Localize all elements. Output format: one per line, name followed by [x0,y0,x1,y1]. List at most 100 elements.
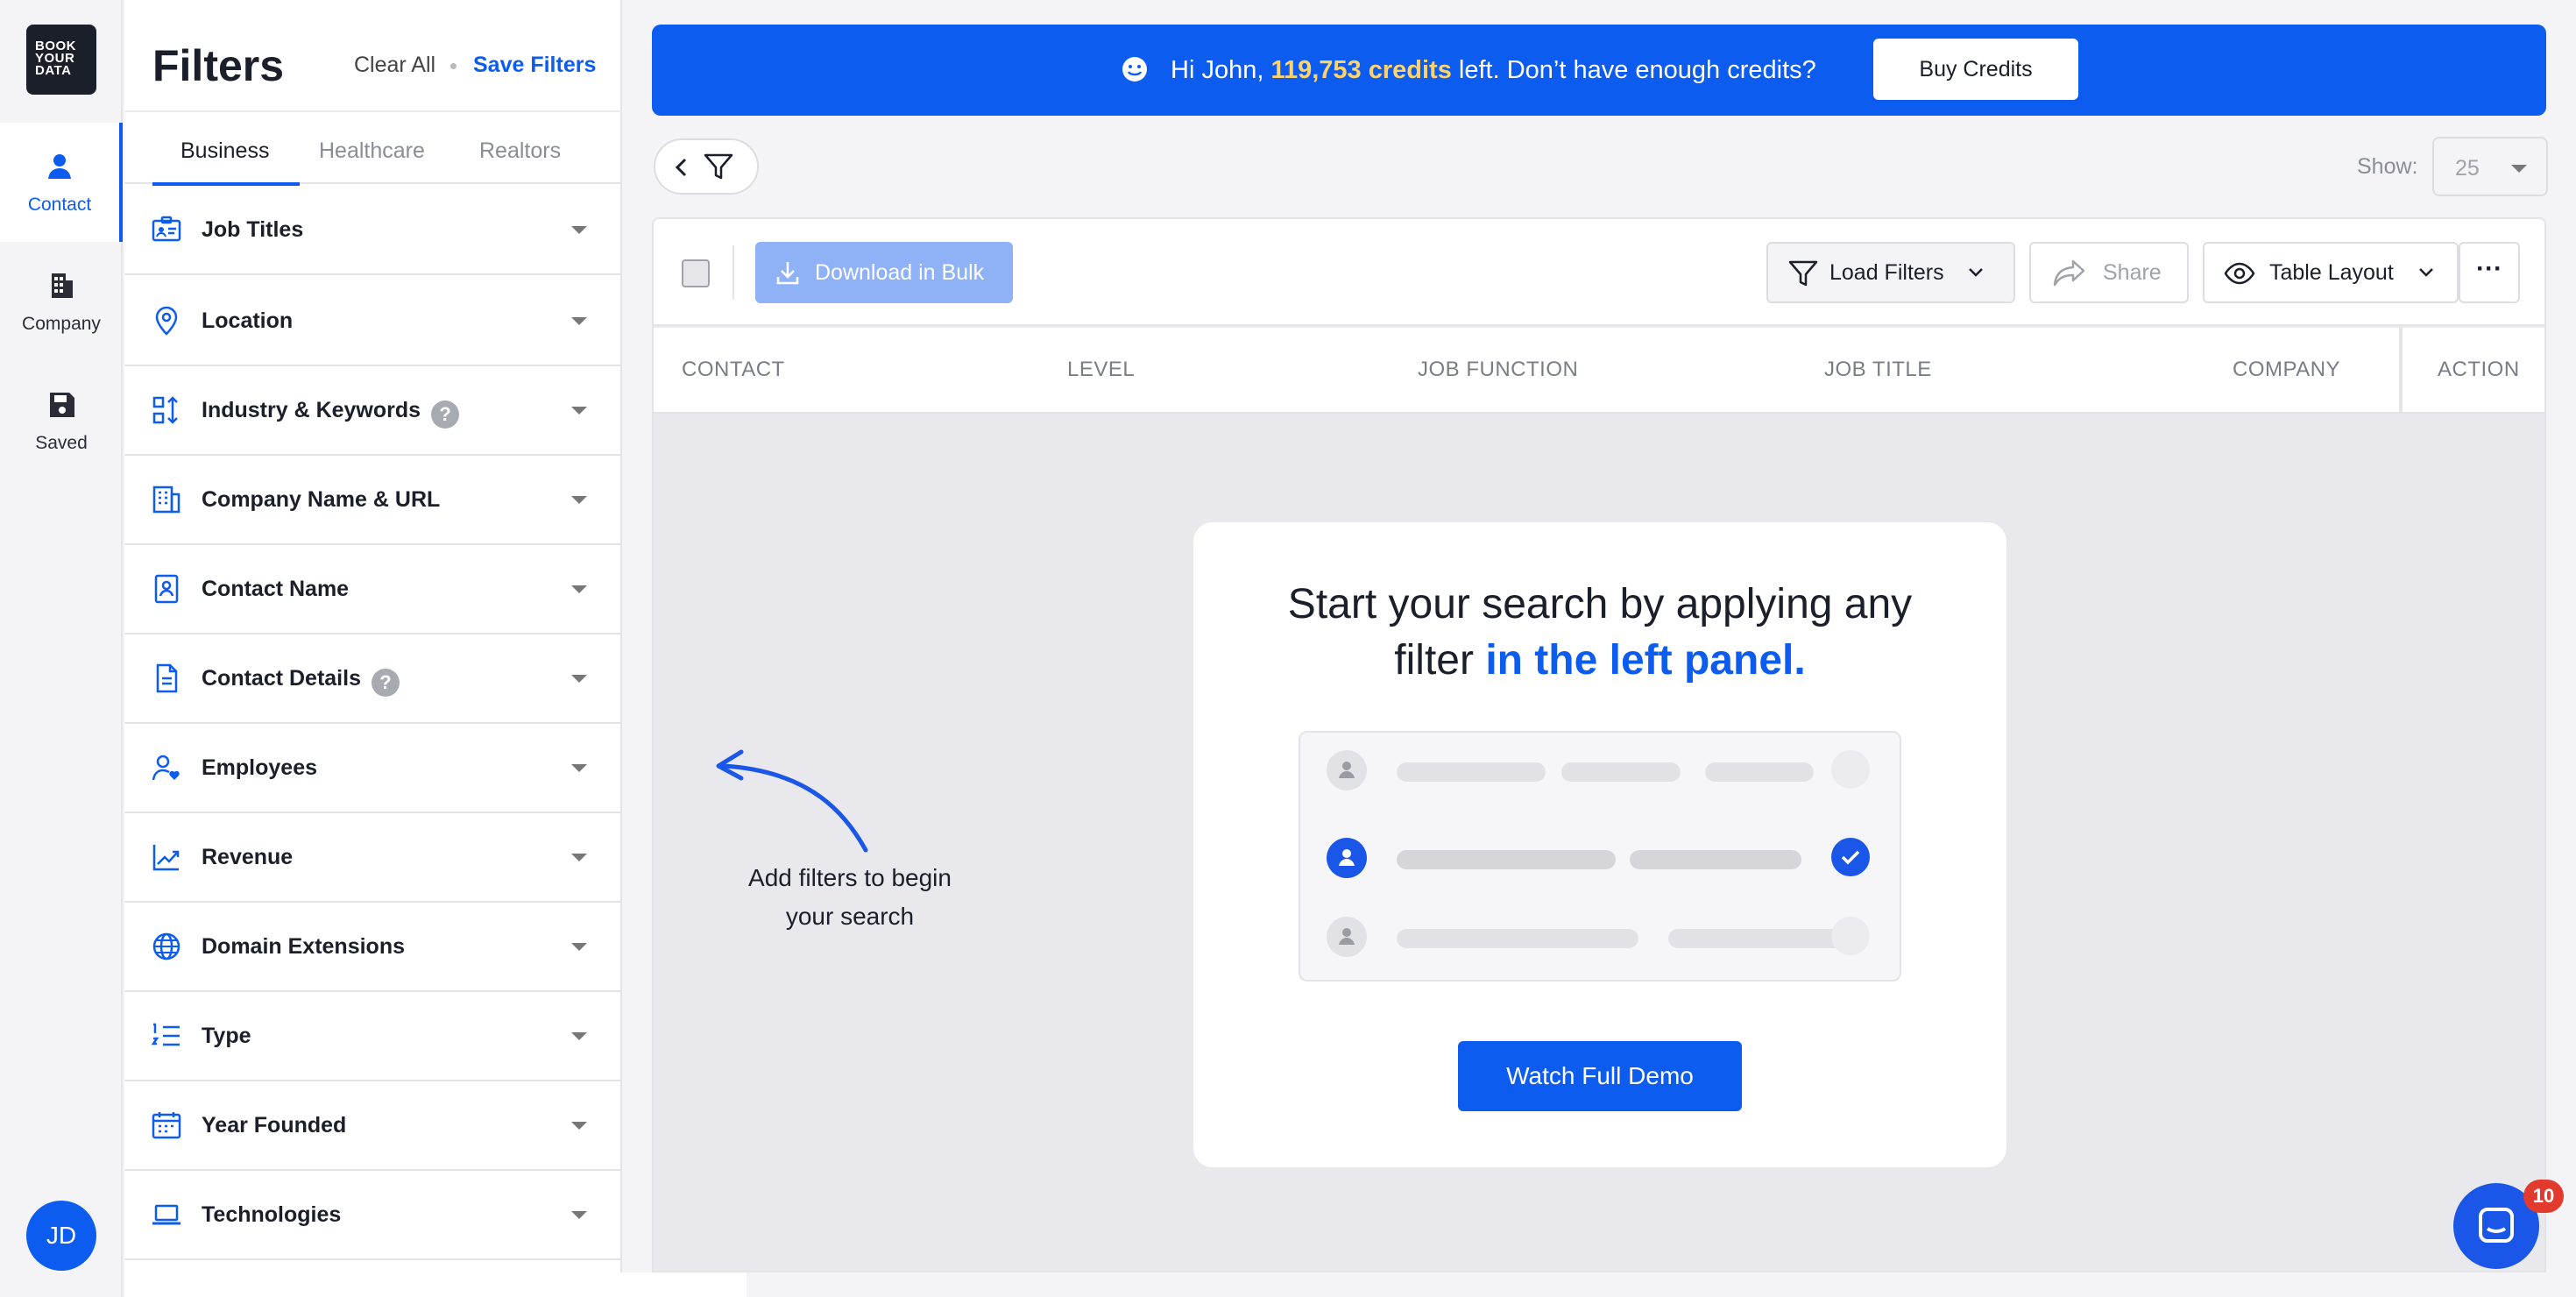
sort-icon [152,396,178,424]
filter-contact-details[interactable]: Contact Details? [124,634,622,724]
separator-dot [450,63,456,69]
filter-industry-keywords[interactable]: Industry & Keywords? [124,366,622,456]
help-icon[interactable]: ? [371,669,400,697]
filter-label: Contact Name [202,577,350,601]
chevron-down-icon [2419,268,2433,277]
placeholder-bar [1397,850,1616,869]
more-icon: ··· [2476,254,2502,283]
chevron-down-icon [571,1122,587,1130]
user-heart-icon [152,755,180,781]
title-line-2: filter [1394,637,1486,684]
filter-revenue[interactable]: Revenue [124,813,622,903]
avatar-selected-icon [1327,838,1367,878]
list-numbers-icon [151,1023,180,1046]
map-pin-icon [155,306,178,336]
filter-label: Type [202,1024,251,1048]
results-toolbar: Download in Bulk Load Filters Share Tabl… [654,219,2544,326]
buy-credits-button[interactable]: Buy Credits [1873,39,2078,100]
tab-healthcare[interactable]: Healthcare [319,138,425,164]
hint-text: Add filters to begin your search [727,859,973,936]
chevron-down-icon [571,764,587,772]
hint-line-2: your search [785,903,915,930]
download-bulk-button[interactable]: Download in Bulk [755,242,1013,303]
filter-location[interactable]: Location [124,277,622,366]
rail-item-saved[interactable]: Saved [0,361,123,480]
credits-message: Hi John, 119,753 credits left. Don’t hav… [1171,56,1816,85]
filter-label: Year Founded [202,1113,347,1138]
eye-icon [2224,262,2255,285]
filter-label-text: Contact Details [202,666,361,691]
column-header-company[interactable]: COMPANY [2233,358,2340,382]
chevron-down-icon [1969,268,1983,277]
placeholder-bar [1630,850,1801,869]
rail-item-contact[interactable]: Contact [0,123,123,242]
left-rail: BOOK YOUR DATA Contact Company Saved JD [0,0,123,1297]
share-icon [2053,259,2085,287]
filter-label: Employees [202,755,318,780]
placeholder-bar [1397,762,1546,782]
download-label: Download in Bulk [815,260,985,285]
table-header: CONTACT LEVEL JOB FUNCTION JOB TITLE COM… [654,328,2544,414]
chevron-down-icon [571,496,587,504]
select-all-checkbox[interactable] [682,259,710,287]
chevron-down-icon [571,407,587,415]
credits-rest-text: left. Don’t have enough credits? [1451,56,1816,84]
save-icon [50,393,74,417]
rail-item-label: Saved [35,433,88,453]
help-icon[interactable]: ? [431,400,460,429]
column-header-action[interactable]: ACTION [2438,358,2520,382]
column-header-job-function[interactable]: JOB FUNCTION [1418,358,1578,382]
app-logo[interactable]: BOOK YOUR DATA [26,25,96,95]
download-icon [776,262,799,285]
notification-badge: 10 [2523,1180,2564,1213]
globe-icon [152,932,180,960]
column-header-level[interactable]: LEVEL [1067,358,1135,382]
tab-realtors[interactable]: Realtors [479,138,561,164]
filter-company-name-url[interactable]: Company Name & URL [124,456,622,545]
column-header-contact[interactable]: CONTACT [682,358,785,382]
clear-all-button[interactable]: Clear All [354,53,435,78]
filter-contact-name[interactable]: Contact Name [124,545,622,634]
illustration-row-selected [1300,820,1903,896]
chevron-down-icon [571,943,587,951]
placeholder-bar [1705,762,1814,782]
filter-employees[interactable]: Employees [124,724,622,813]
filter-label: Company Name & URL [202,487,441,512]
show-label: Show: [2357,154,2418,179]
office-building-icon [152,485,180,514]
page-size-value: 25 [2455,156,2480,181]
chevron-down-icon [571,585,587,593]
smiley-icon [1122,57,1147,82]
rail-item-company[interactable]: Company [0,242,123,361]
placeholder-bar [1561,762,1681,782]
filter-type[interactable]: Type [124,992,622,1081]
save-filters-button[interactable]: Save Filters [473,53,596,78]
filter-label: Domain Extensions [202,934,405,959]
share-button[interactable]: Share [2029,242,2189,303]
divider [732,245,734,300]
table-layout-button[interactable]: Table Layout [2203,242,2459,303]
logo-text: BOOK YOUR DATA [35,39,76,78]
chevron-down-icon [571,1032,587,1040]
filter-domain-extensions[interactable]: Domain Extensions [124,903,622,992]
filter-technologies[interactable]: Technologies [124,1171,622,1260]
empty-state-card: Start your search by applying any filter… [1193,522,2006,1167]
filter-year-founded[interactable]: Year Founded [124,1081,622,1171]
contact-book-icon [154,574,179,604]
load-filters-button[interactable]: Load Filters [1766,242,2015,303]
watch-demo-button[interactable]: Watch Full Demo [1458,1041,1742,1111]
checkbox-placeholder [1831,750,1870,789]
id-card-icon [152,216,181,242]
column-header-job-title[interactable]: JOB TITLE [1824,358,1932,382]
more-options-button[interactable]: ··· [2459,242,2520,303]
filter-job-titles[interactable]: Job Titles [124,186,622,275]
avatar[interactable]: JD [26,1201,96,1271]
load-filters-label: Load Filters [1829,260,1944,285]
filter-icon [1788,260,1818,287]
page-size-select[interactable]: 25 [2432,137,2548,196]
toggle-filters-button[interactable] [654,138,759,195]
trend-chart-icon [152,845,180,871]
tab-business[interactable]: Business [180,138,269,164]
placeholder-bar [1397,929,1638,948]
chevron-down-icon [571,1211,587,1219]
